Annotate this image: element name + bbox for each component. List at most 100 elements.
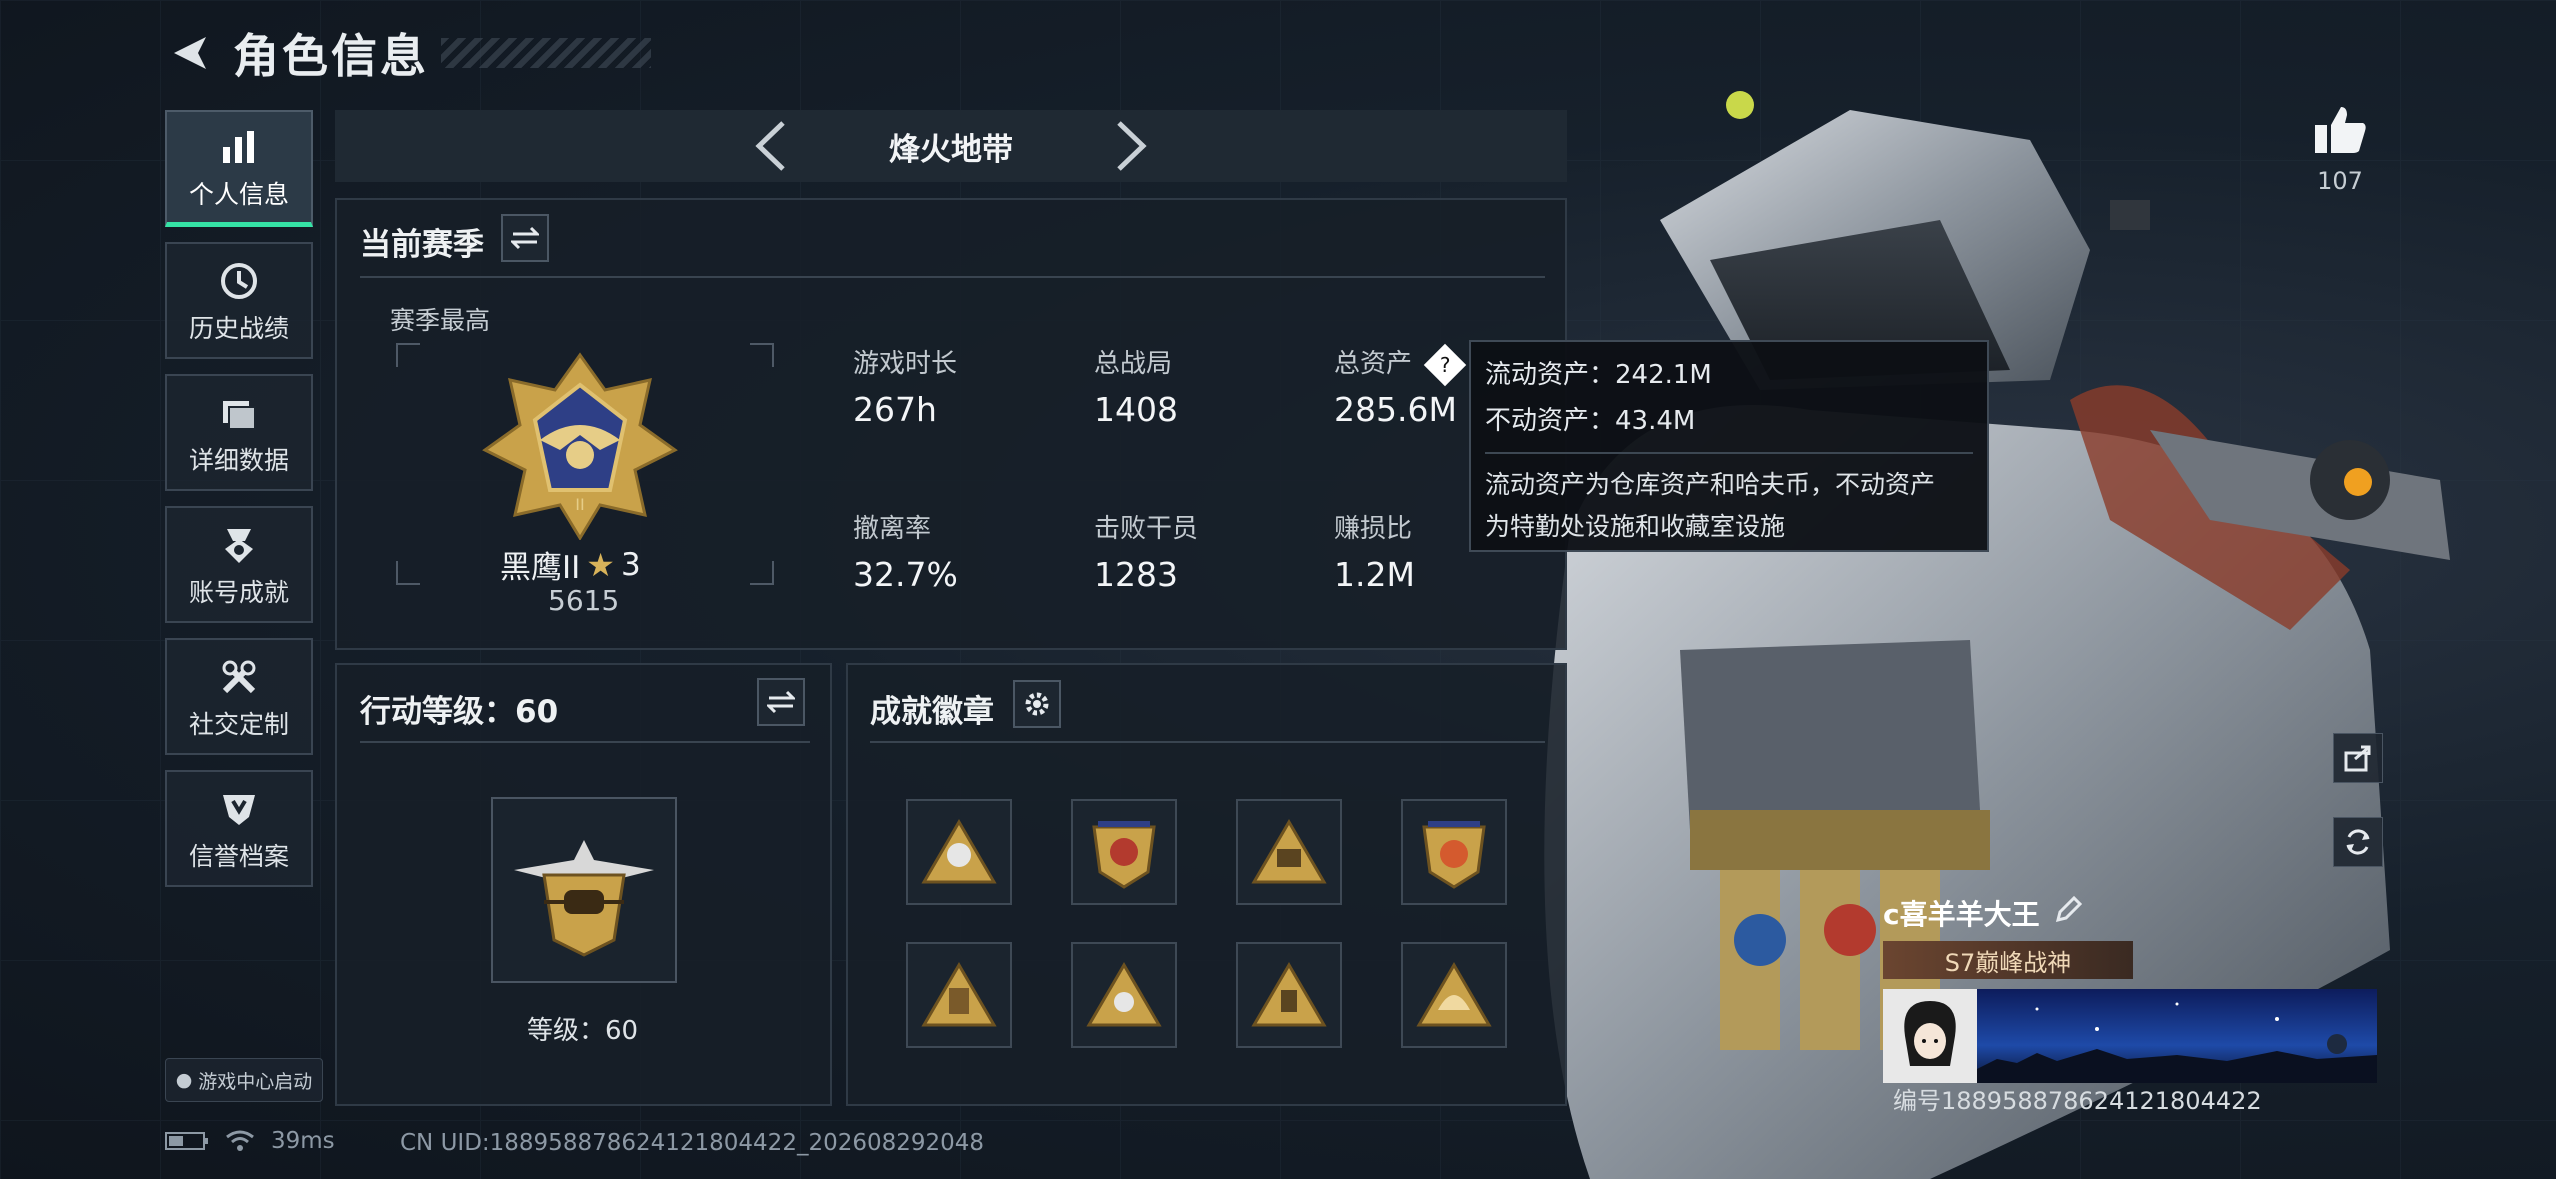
wifi-icon — [226, 1130, 254, 1151]
nav-label: 历史战绩 — [188, 313, 289, 343]
share-button[interactable] — [2333, 733, 2383, 783]
nav-item-history[interactable]: 历史战绩 — [165, 242, 313, 359]
badges-title: 成就徽章 — [870, 694, 994, 730]
achievement-badge[interactable] — [1401, 942, 1507, 1048]
stat-value: 285.6M — [1334, 390, 1457, 429]
swap-icon — [511, 226, 539, 250]
game-center-label: 游戏中心启动 — [198, 1070, 313, 1093]
achievement-badge[interactable] — [1071, 799, 1177, 905]
season-switch-button[interactable] — [501, 214, 549, 262]
nav-item-reputation[interactable]: 信誉档案 — [165, 770, 313, 887]
star-icon: ★ — [586, 545, 615, 584]
stat-total-matches: 总战局 1408 — [1094, 343, 1178, 429]
season-title: 当前赛季 — [360, 227, 484, 263]
achievement-badge[interactable] — [1236, 799, 1342, 905]
nav-item-social-custom[interactable]: 社交定制 — [165, 638, 313, 755]
stat-value: 267h — [853, 390, 937, 429]
help-icon[interactable]: ? — [1424, 343, 1467, 387]
badge-settings-button[interactable] — [1013, 680, 1061, 728]
edit-icon[interactable] — [2054, 895, 2082, 931]
action-level-title: 行动等级：60 — [360, 694, 559, 730]
mode-switcher: 烽火地带 — [335, 110, 1567, 182]
chevron-right-icon — [1117, 121, 1147, 171]
wrench-icon — [219, 653, 259, 701]
like-button[interactable]: 107 — [2310, 105, 2370, 195]
game-center-launch-button[interactable]: ● 游戏中心启动 — [165, 1058, 323, 1102]
rank-name: 黑鹰II ★ 3 — [500, 542, 641, 587]
share-icon — [2344, 745, 2371, 772]
mode-title: 烽火地带 — [889, 131, 1013, 168]
action-level-switch-button[interactable] — [757, 678, 805, 726]
action-level-text: 等级：60 — [527, 1016, 639, 1046]
achievement-badge[interactable] — [1401, 799, 1507, 905]
divider — [360, 741, 810, 743]
rank-score: 5615 — [548, 584, 620, 617]
ping-value: 39ms — [271, 1128, 335, 1154]
stat-play-time: 游戏时长 267h — [853, 343, 957, 429]
tooltip-description-line1: 流动资产为仓库资产和哈夫币，不动资产 — [1485, 470, 1936, 499]
stat-label: 撤离率 — [853, 514, 932, 544]
nav-label: 信誉档案 — [188, 841, 289, 871]
achievement-badge[interactable] — [1071, 942, 1177, 1048]
stat-label: 赚损比 — [1334, 514, 1413, 544]
battery-icon — [165, 1132, 208, 1150]
swap-icon — [767, 690, 795, 714]
stat-operators-defeated: 击败干员 1283 — [1094, 508, 1198, 594]
stat-extract-rate: 撤离率 32.7% — [853, 508, 958, 594]
nav-item-personal-info[interactable]: 个人信息 — [165, 110, 313, 227]
player-uid: 编号188958878624121804422 — [1893, 1087, 2262, 1115]
qq-icon: ● — [175, 1069, 193, 1091]
shield-badge-icon — [1422, 821, 1486, 889]
stat-label: 总战局 — [1094, 349, 1173, 379]
nav-item-achievements[interactable]: 账号成就 — [165, 506, 313, 623]
night-sky-banner-image — [1977, 1002, 2377, 1083]
player-name-row: c喜羊羊大王 — [1883, 893, 2386, 933]
footer-uid: CN UID:188958878624121804422_20260829204… — [400, 1130, 985, 1156]
nav-item-detail-data[interactable]: 详细数据 — [165, 374, 313, 491]
next-mode-button[interactable] — [1101, 116, 1161, 176]
bar-chart-icon — [219, 123, 259, 171]
gear-icon — [1025, 692, 1049, 716]
header: 角色信息 — [165, 22, 651, 84]
achievement-badge[interactable] — [906, 799, 1012, 905]
divider — [360, 276, 1545, 278]
tooltip-liquid-assets: 流动资产：242.1M — [1485, 360, 1712, 390]
back-arrow-icon[interactable] — [165, 28, 215, 78]
stat-label-text: 总资产 — [1334, 349, 1413, 379]
folder-icon — [219, 389, 259, 437]
player-profile: c喜羊羊大王 S7巅峰战神 — [1883, 893, 2386, 1093]
stat-label: 游戏时长 — [853, 349, 958, 379]
profile-card[interactable] — [1883, 989, 2386, 1083]
stat-value: 1.2M — [1334, 555, 1415, 594]
season-best-label: 赛季最高 — [390, 306, 491, 335]
profile-banner — [1977, 989, 2377, 1083]
nav-label: 社交定制 — [188, 709, 289, 739]
prev-mode-button[interactable] — [741, 116, 801, 176]
refresh-icon — [2346, 829, 2370, 855]
avatar[interactable] — [1883, 989, 1977, 1083]
status-bar: 39ms — [165, 1128, 335, 1154]
black-hawk-rank-emblem: II — [482, 352, 678, 540]
side-navigation: 个人信息 历史战绩 详细数据 账号成就 社交定制 信誉档案 — [165, 110, 315, 902]
triangle-badge-icon — [1086, 962, 1162, 1027]
stat-label: 击败干员 — [1094, 514, 1199, 544]
tooltip-fixed-assets: 不动资产：43.4M — [1485, 406, 1696, 436]
tooltip-description-line2: 为特勤处设施和收藏室设施 — [1485, 512, 1786, 541]
refresh-button[interactable] — [2333, 817, 2383, 867]
helicopter-emblem-icon — [514, 840, 654, 957]
title-decoration — [441, 38, 651, 68]
achievement-badge[interactable] — [906, 942, 1012, 1048]
stat-value: 1408 — [1094, 390, 1178, 429]
nav-label: 详细数据 — [188, 445, 289, 475]
like-count: 107 — [2317, 167, 2363, 195]
player-name: c喜羊羊大王 — [1883, 898, 2040, 931]
stat-value: 1283 — [1094, 555, 1178, 594]
medal-icon — [219, 521, 259, 569]
shield-badge-icon — [1092, 821, 1156, 889]
player-title-text: S7巅峰战神 — [1944, 948, 2072, 977]
svg-text:II: II — [575, 495, 584, 514]
triangle-badge-icon — [1416, 962, 1492, 1027]
achievement-badge[interactable] — [1236, 942, 1342, 1048]
player-title-badge: S7巅峰战神 — [1883, 941, 2133, 979]
triangle-badge-icon — [1251, 962, 1327, 1027]
